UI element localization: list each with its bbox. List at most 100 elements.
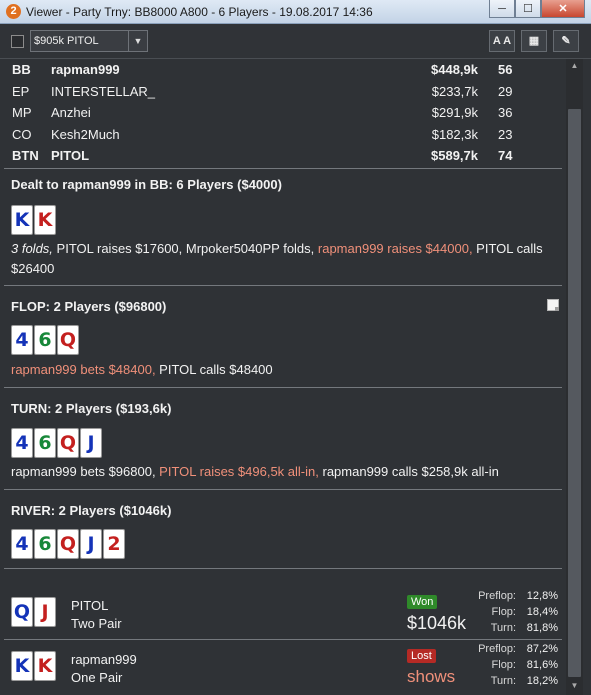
equity-label: Preflop: <box>478 590 516 602</box>
player-row[interactable]: EP INTERSTELLAR_ $233,7k 29 <box>12 84 552 106</box>
toolbar: $905k PITOL ▼ A A ▦ ✎ <box>0 24 591 59</box>
grid-icon: ▦ <box>528 35 540 47</box>
equity-label: Flop: <box>491 606 516 618</box>
pencil-icon: ✎ <box>561 35 571 47</box>
close-icon: ✕ <box>558 3 568 15</box>
playing-card: 2 <box>103 529 125 559</box>
player-row[interactable]: CO Kesh2Much $182,3k 23 <box>12 127 552 149</box>
playing-card: K <box>34 651 56 681</box>
player-name: INTERSTELLAR_ <box>51 83 156 99</box>
grid-view-button[interactable]: ▦ <box>521 30 547 52</box>
flop-action: rapman999 bets $48400, PITOL calls $4840… <box>11 360 551 380</box>
playing-card: J <box>80 428 102 458</box>
vertical-scrollbar[interactable]: ▲ ▼ <box>566 59 583 695</box>
note-icon[interactable] <box>547 299 559 311</box>
playing-card: Q <box>11 597 33 627</box>
app-logo-icon: 2 <box>6 4 21 19</box>
equity-value: 81,8% <box>526 622 558 634</box>
river-heading: RIVER: 2 Players ($1046k) <box>11 503 172 518</box>
playing-card: J <box>80 529 102 559</box>
player-bb-count: 56 <box>498 62 513 77</box>
equity-stats: Preflop: 87,2% Flop: 81,6% Turn: 18,2% <box>474 643 560 691</box>
equity-stats: Preflop: 12,8% Flop: 18,4% Turn: 81,8% <box>474 590 560 638</box>
player-bb-count: 36 <box>498 105 513 120</box>
player-row[interactable]: BB rapman999 $448,9k 56 <box>12 62 552 84</box>
divider <box>4 168 562 169</box>
equity-label: Preflop: <box>478 643 516 655</box>
chevron-down-icon[interactable]: ▼ <box>128 31 147 51</box>
scroll-down-icon[interactable]: ▼ <box>566 679 583 693</box>
filter-checkbox[interactable] <box>11 35 24 48</box>
folds-text: 3 folds, <box>11 241 53 256</box>
player-stack: $233,7k <box>431 83 478 99</box>
player-position: BTN <box>12 148 39 163</box>
player-name: Anzhei <box>51 105 91 120</box>
result-hand-rank: Two Pair <box>71 616 122 631</box>
river-cards: 46QJ2 <box>11 529 125 559</box>
divider <box>4 489 562 490</box>
shows-label: shows <box>407 667 456 686</box>
edit-button[interactable]: ✎ <box>553 30 579 52</box>
playing-card: Q <box>57 529 79 559</box>
equity-value: 18,2% <box>526 675 558 687</box>
equity-value: 87,2% <box>526 643 558 655</box>
equity-row: Flop: 81,6% <box>474 659 560 675</box>
player-name: Kesh2Much <box>51 126 120 142</box>
playing-card: Q <box>57 325 79 355</box>
divider <box>4 639 562 640</box>
equity-value: 12,8% <box>526 590 558 602</box>
won-amount: $1046k <box>407 613 467 633</box>
hero-action-text: rapman999 raises $44000, <box>317 241 473 256</box>
lost-badge: Lost <box>407 649 436 663</box>
player-position: MP <box>12 105 32 120</box>
equity-label: Turn: <box>490 675 516 687</box>
filter-select-value: $905k PITOL <box>34 35 99 47</box>
equity-row: Preflop: 12,8% <box>474 590 560 606</box>
player-stack: $182,3k <box>431 126 478 142</box>
playing-card: K <box>11 205 33 235</box>
scroll-up-icon[interactable]: ▲ <box>566 59 583 73</box>
turn-action-text: rapman999 bets $96800, <box>11 464 160 479</box>
result-player-name[interactable]: rapman999 <box>71 651 137 669</box>
font-size-button[interactable]: A A <box>489 30 515 52</box>
scrollbar-thumb[interactable] <box>568 109 581 677</box>
player-bb-count: 74 <box>498 148 513 163</box>
result-player-name[interactable]: PITOL <box>71 597 122 615</box>
result-player: rapman999 One Pair <box>71 651 137 687</box>
hero-hole-cards: KK <box>11 205 56 235</box>
divider <box>4 568 562 569</box>
equity-row: Turn: 18,2% <box>474 675 560 691</box>
turn-cards: 46QJ <box>11 428 102 458</box>
equity-row: Flop: 18,4% <box>474 606 560 622</box>
turn-action: rapman999 bets $96800, PITOL raises $496… <box>11 462 551 482</box>
filter-select[interactable]: $905k PITOL ▼ <box>30 30 148 52</box>
player-stack: $448,9k <box>431 62 478 77</box>
close-button[interactable]: ✕ <box>541 0 585 18</box>
turn-action-text-2: rapman999 calls $258,9k all-in <box>318 464 499 479</box>
playing-card: K <box>11 651 33 681</box>
player-position: EP <box>12 83 30 99</box>
equity-row: Turn: 81,8% <box>474 622 560 638</box>
player-row[interactable]: BTN PITOL $589,7k 74 <box>12 148 552 170</box>
playing-card: 6 <box>34 428 56 458</box>
window-titlebar[interactable]: 2 Viewer - Party Trny: BB8000 A800 - 6 P… <box>0 0 591 24</box>
preflop-action-text: PITOL raises $17600, Mrpoker5040PP folds… <box>52 241 318 256</box>
divider <box>4 285 562 286</box>
player-position: BB <box>12 62 31 77</box>
minimize-button[interactable]: ─ <box>489 0 515 18</box>
maximize-icon: ☐ <box>523 3 533 15</box>
result-player: PITOL Two Pair <box>71 597 122 633</box>
player-name: PITOL <box>51 148 90 163</box>
result-hand-rank: One Pair <box>71 670 123 685</box>
playing-card: J <box>34 597 56 627</box>
player-row[interactable]: MP Anzhei $291,9k 36 <box>12 105 552 127</box>
equity-value: 18,4% <box>526 606 558 618</box>
maximize-button[interactable]: ☐ <box>515 0 541 18</box>
playing-card: 4 <box>11 325 33 355</box>
player-stack: $291,9k <box>431 105 478 120</box>
player-stack: $589,7k <box>431 148 478 163</box>
player-bb-count: 23 <box>498 126 513 142</box>
hand-history-panel: BB rapman999 $448,9k 56 EP INTERSTELLAR_ $233,… <box>4 59 564 695</box>
result-cards: KK <box>11 651 56 681</box>
equity-label: Turn: <box>490 622 516 634</box>
